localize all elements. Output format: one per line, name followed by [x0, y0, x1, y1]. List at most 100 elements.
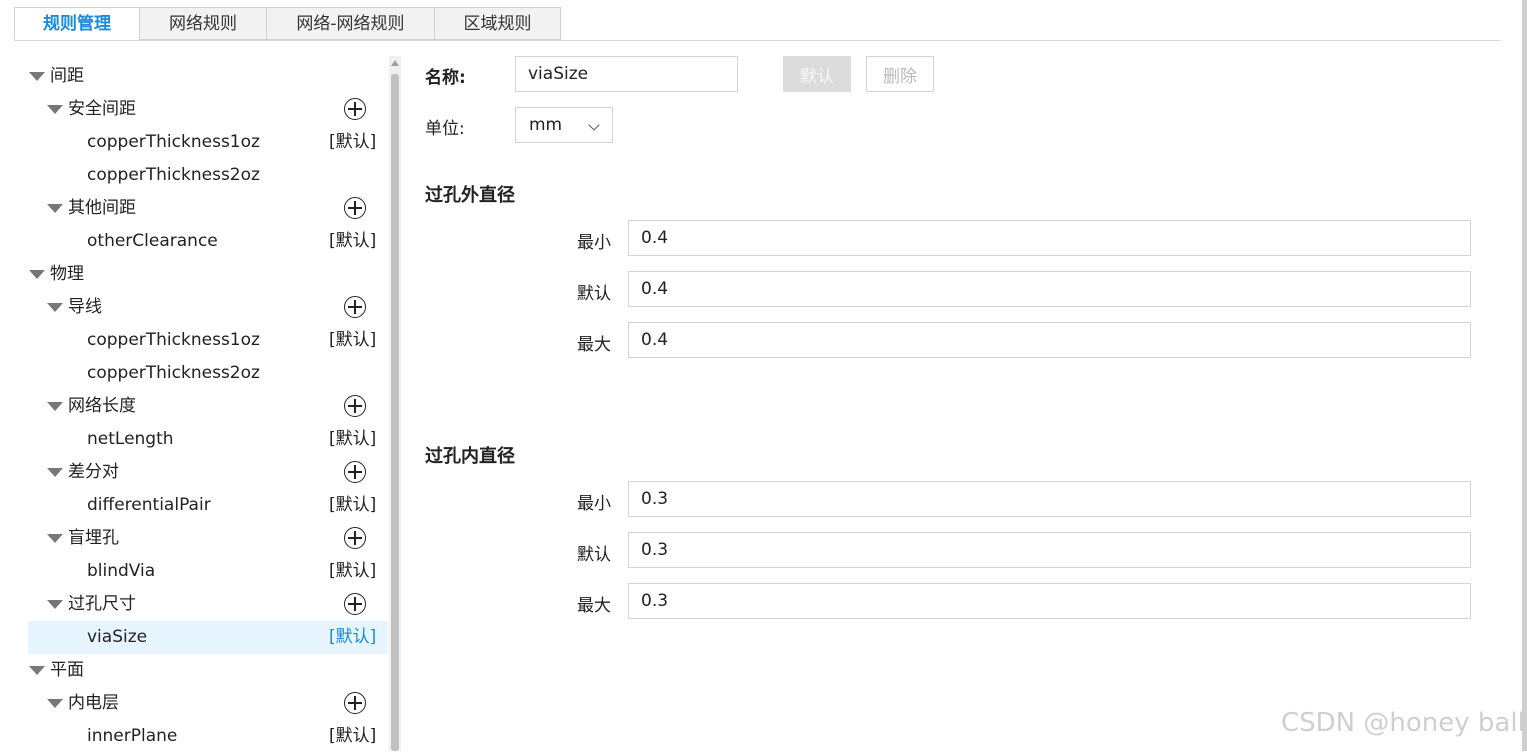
default-tag: [默认]	[329, 561, 377, 581]
tab-bar: 规则管理 网络规则 网络-网络规则 区域规则	[14, 7, 561, 41]
add-rule-icon[interactable]	[344, 692, 366, 714]
outer-min-label: 最小	[577, 233, 611, 253]
tab-net-rules[interactable]: 网络规则	[139, 7, 267, 40]
outer-max-label: 最大	[577, 335, 611, 355]
tree-category-via-size[interactable]: 过孔尺寸	[28, 588, 388, 621]
tree-label: copperThickness2oz	[87, 165, 260, 185]
tab-rule-management[interactable]: 规则管理	[14, 7, 140, 40]
outer-max-input[interactable]: 0.4	[628, 322, 1471, 358]
tree-label: blindVia	[87, 561, 156, 581]
inner-diameter-title: 过孔内直径	[425, 446, 515, 467]
tree-category-blind-via[interactable]: 盲埋孔	[28, 522, 388, 555]
inner-min-label: 最小	[577, 494, 611, 514]
default-tag: [默认]	[329, 429, 377, 449]
default-tag: [默认]	[329, 132, 377, 152]
tree-category-safe-spacing[interactable]: 安全间距	[28, 93, 388, 126]
add-rule-icon[interactable]	[344, 296, 366, 318]
outer-default-input[interactable]: 0.4	[628, 271, 1471, 307]
unit-label: 单位:	[425, 119, 465, 139]
tab-region-rules[interactable]: 区域规则	[434, 7, 561, 40]
tree-category-differential-pair[interactable]: 差分对	[28, 456, 388, 489]
tree-category-net-length[interactable]: 网络长度	[28, 390, 388, 423]
expand-caret-icon[interactable]	[47, 468, 63, 477]
tree-category-wire[interactable]: 导线	[28, 291, 388, 324]
expand-caret-icon[interactable]	[47, 699, 63, 708]
outer-default-label: 默认	[577, 284, 611, 304]
tree-label: copperThickness1oz	[87, 330, 260, 350]
inner-default-input[interactable]: 0.3	[628, 532, 1471, 568]
tree-label: viaSize	[87, 627, 148, 647]
expand-caret-icon[interactable]	[47, 600, 63, 609]
chevron-down-icon	[588, 119, 600, 131]
default-tag: [默认]	[329, 330, 377, 350]
tree-item[interactable]: blindVia [默认]	[28, 555, 388, 588]
tree-label: otherClearance	[87, 231, 218, 251]
tree-label: 平面	[50, 660, 84, 680]
expand-caret-icon[interactable]	[47, 105, 63, 114]
add-rule-icon[interactable]	[344, 593, 366, 615]
add-rule-icon[interactable]	[344, 98, 366, 120]
tree-item[interactable]: innerPlane [默认]	[28, 720, 388, 753]
tree-label: 安全间距	[68, 99, 136, 119]
tree-item[interactable]: copperThickness1oz [默认]	[28, 126, 388, 159]
watermark: CSDN @honey ball	[1281, 708, 1525, 738]
expand-caret-icon[interactable]	[29, 270, 45, 279]
tree-label: 间距	[50, 66, 84, 86]
expand-caret-icon[interactable]	[47, 204, 63, 213]
expand-caret-icon[interactable]	[47, 303, 63, 312]
default-tag: [默认]	[329, 231, 377, 251]
name-input[interactable]: viaSize	[515, 56, 738, 92]
tree-label: 网络长度	[68, 396, 136, 416]
tree-group-spacing[interactable]: 间距	[28, 60, 388, 93]
expand-caret-icon[interactable]	[29, 666, 45, 675]
tree-label: 其他间距	[68, 198, 136, 218]
tree-item[interactable]: otherClearance [默认]	[28, 225, 388, 258]
default-button[interactable]: 默认	[783, 56, 851, 92]
default-tag: [默认]	[329, 726, 377, 746]
tree-label: differentialPair	[87, 495, 211, 515]
tree-label: innerPlane	[87, 726, 178, 746]
outer-diameter-title: 过孔外直径	[425, 185, 515, 206]
inner-max-input[interactable]: 0.3	[628, 583, 1471, 619]
inner-default-label: 默认	[577, 545, 611, 565]
tree-label: copperThickness1oz	[87, 132, 260, 152]
tree-item[interactable]: netLength [默认]	[28, 423, 388, 456]
tree-item[interactable]: copperThickness1oz [默认]	[28, 324, 388, 357]
tree-item[interactable]: copperThickness2oz	[28, 357, 388, 390]
add-rule-icon[interactable]	[344, 395, 366, 417]
scroll-up-arrow-icon[interactable]	[391, 60, 399, 66]
tree-item[interactable]: copperThickness2oz	[28, 159, 388, 192]
tree-label: 内电层	[68, 693, 119, 713]
expand-caret-icon[interactable]	[47, 402, 63, 411]
default-tag: [默认]	[329, 627, 377, 647]
tree-group-plane[interactable]: 平面	[28, 654, 388, 687]
expand-caret-icon[interactable]	[47, 534, 63, 543]
outer-min-input[interactable]: 0.4	[628, 220, 1471, 256]
tree-category-inner-plane[interactable]: 内电层	[28, 687, 388, 720]
tree-label: 物理	[50, 264, 84, 284]
tab-divider	[14, 40, 1501, 41]
add-rule-icon[interactable]	[344, 197, 366, 219]
expand-caret-icon[interactable]	[29, 72, 45, 81]
add-rule-icon[interactable]	[344, 461, 366, 483]
unit-select-value: mm	[529, 115, 563, 135]
tree-label: copperThickness2oz	[87, 363, 260, 383]
inner-min-input[interactable]: 0.3	[628, 481, 1471, 517]
tree-group-physical[interactable]: 物理	[28, 258, 388, 291]
unit-select[interactable]: mm	[515, 107, 613, 143]
tree-item[interactable]: differentialPair [默认]	[28, 489, 388, 522]
delete-button[interactable]: 删除	[866, 56, 934, 92]
inner-max-label: 最大	[577, 596, 611, 616]
tree-category-other-spacing[interactable]: 其他间距	[28, 192, 388, 225]
scrollbar-thumb[interactable]	[391, 74, 399, 751]
default-tag: [默认]	[329, 495, 377, 515]
tab-net-net-rules[interactable]: 网络-网络规则	[266, 7, 435, 40]
tree-item-selected[interactable]: viaSize [默认]	[28, 621, 388, 654]
tree-label: netLength	[87, 429, 174, 449]
tree-scrollbar[interactable]	[389, 56, 401, 751]
tree-label: 盲埋孔	[68, 528, 119, 548]
tree-label: 差分对	[68, 462, 119, 482]
rule-tree: 间距 安全间距 copperThickness1oz [默认] copperTh…	[28, 60, 388, 751]
tree-label: 导线	[68, 297, 102, 317]
add-rule-icon[interactable]	[344, 527, 366, 549]
